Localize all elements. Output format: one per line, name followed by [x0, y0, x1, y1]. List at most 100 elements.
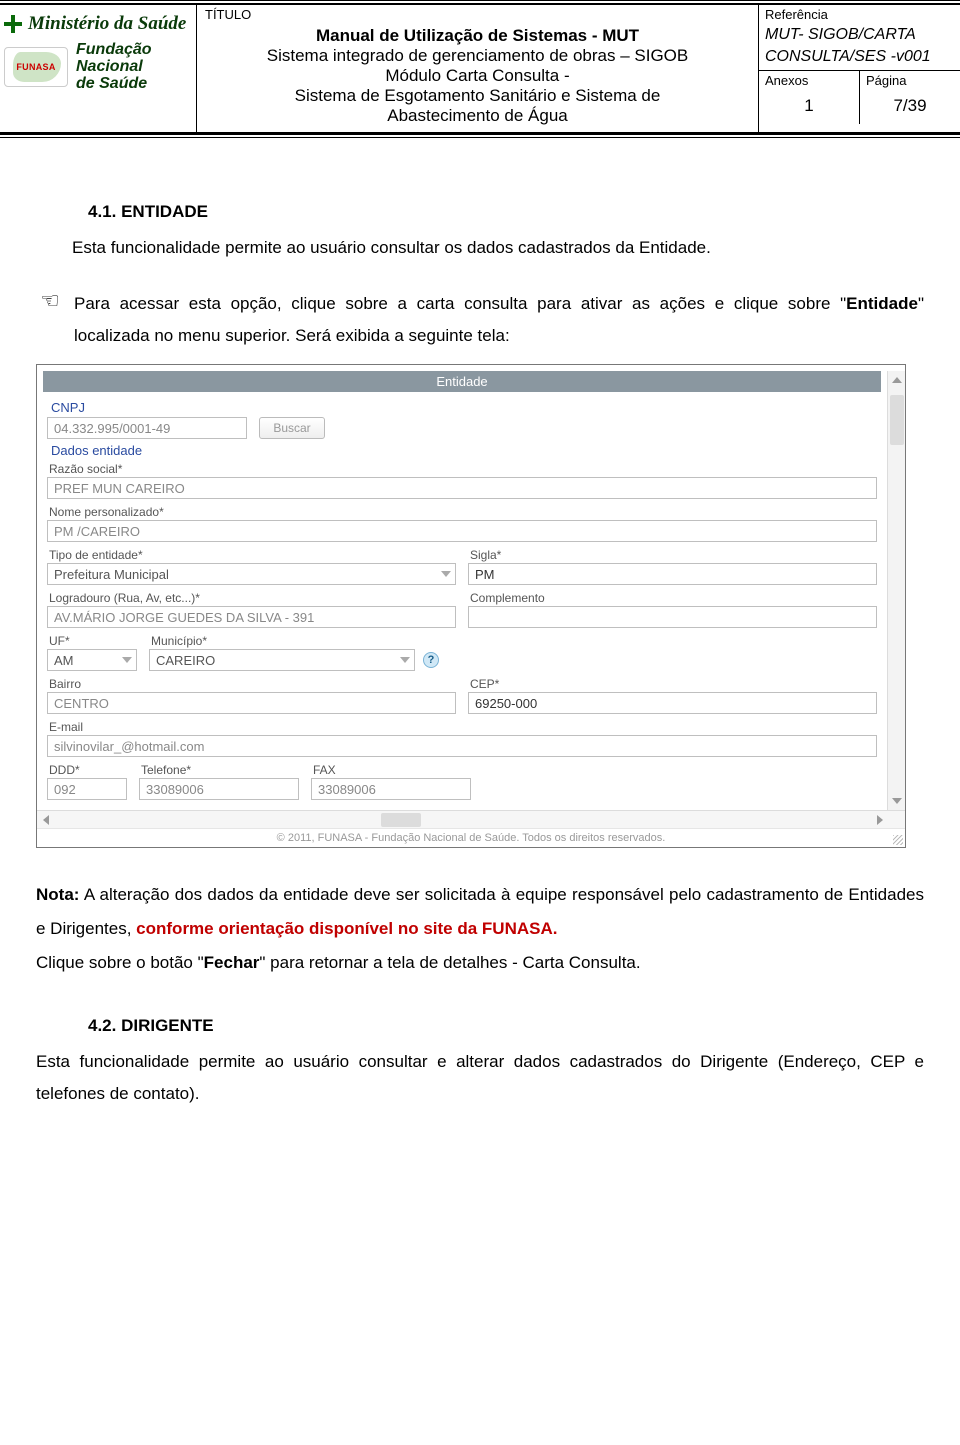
tip-text-b: localizada no menu superior. Será exibid… — [74, 326, 510, 345]
mun-label: Município* — [151, 634, 439, 648]
ref-line1: MUT- SIGOB/CARTA — [759, 24, 960, 48]
title-l1: Manual de Utilização de Sistemas - MUT — [203, 26, 752, 46]
funasa-badge-text: FUNASA — [16, 62, 55, 72]
buscar-button[interactable]: Buscar — [259, 417, 325, 439]
embedded-screenshot: Entidade CNPJ Buscar Dados entidade Razã… — [36, 364, 906, 848]
section-4-2-intro: Esta funcionalidade permite ao usuário c… — [36, 1046, 924, 1110]
tip-text-a: Para acessar esta opção, clique sobre a … — [74, 294, 840, 313]
section-4-1-title: 4.1. ENTIDADE — [88, 202, 924, 222]
title-l4: Sistema de Esgotamento Sanitário e Siste… — [203, 86, 752, 106]
header-title-cell: TÍTULO Manual de Utilização de Sistemas … — [196, 5, 758, 132]
uf-label: UF* — [49, 634, 137, 648]
sigla-input[interactable] — [468, 563, 877, 585]
scroll-left-arrow-icon[interactable] — [37, 811, 55, 829]
nome-input[interactable] — [47, 520, 877, 542]
note-text-2-pre: Clique sobre o botão — [36, 953, 198, 972]
ministerio-text: Ministério da Saúde — [28, 13, 186, 35]
ss-footer: © 2011, FUNASA - Fundação Nacional de Sa… — [37, 828, 905, 847]
bairro-label: Bairro — [49, 677, 456, 691]
title-l5: Abastecimento de Água — [203, 106, 752, 126]
dados-fieldset-label: Dados entidade — [51, 443, 877, 458]
tip-row: ☜ Para acessar esta opção, clique sobre … — [36, 288, 924, 352]
horizontal-scrollbar[interactable] — [37, 810, 905, 828]
pagina-cell: Página 7/39 — [859, 71, 960, 124]
mun-value: CAREIRO — [156, 653, 215, 668]
bairro-input[interactable] — [47, 692, 456, 714]
point-right-icon: ☜ — [36, 288, 64, 314]
hscroll-track[interactable] — [55, 811, 871, 829]
pagina-label: Página — [860, 71, 960, 90]
tip-text-bold: "Entidade" — [840, 294, 924, 313]
content: 4.1. ENTIDADE Esta funcionalidade permit… — [0, 138, 960, 1134]
ddd-label: DDD* — [49, 763, 127, 777]
cep-label: CEP* — [470, 677, 877, 691]
fnds-l3: de Saúde — [76, 75, 152, 92]
ref-line2: CONSULTA/SES -v001 — [759, 48, 960, 70]
tip-text: Para acessar esta opção, clique sobre a … — [74, 288, 924, 352]
section-4-2-title: 4.2. DIRIGENTE — [88, 1016, 924, 1036]
scroll-up-arrow-icon[interactable] — [888, 371, 906, 389]
nome-label: Nome personalizado* — [49, 505, 877, 519]
compl-label: Complemento — [470, 591, 877, 605]
tel-input[interactable] — [139, 778, 299, 800]
razao-label: Razão social* — [49, 462, 877, 476]
tel-label: Telefone* — [141, 763, 299, 777]
note-fechar-bold: Fechar — [204, 953, 260, 972]
razao-input[interactable] — [47, 477, 877, 499]
email-label: E-mail — [49, 720, 877, 734]
anexos-label: Anexos — [759, 71, 859, 90]
tip-text-bold-inner: Entidade — [846, 294, 918, 313]
header-ref-cell: Referência MUT- SIGOB/CARTA CONSULTA/SES… — [758, 5, 960, 132]
fnds-l1: Fundação — [76, 41, 152, 58]
uf-value: AM — [54, 653, 74, 668]
anexos-value: 1 — [759, 90, 859, 124]
header-title-block: Manual de Utilização de Sistemas - MUT S… — [197, 24, 758, 132]
pagina-value: 7/39 — [860, 90, 960, 124]
hscroll-thumb[interactable] — [381, 813, 421, 827]
cep-input[interactable] — [468, 692, 877, 714]
anexos-cell: Anexos 1 — [759, 71, 859, 124]
ss-footer-text: © 2011, FUNASA - Fundação Nacional de Sa… — [277, 832, 666, 844]
funasa-badge-icon: FUNASA — [4, 47, 68, 87]
compl-input[interactable] — [468, 606, 877, 628]
logr-label: Logradouro (Rua, Av, etc...)* — [49, 591, 456, 605]
tipo-select[interactable]: Prefeitura Municipal — [47, 563, 456, 585]
note-red: conforme orientação disponível no site d… — [136, 919, 557, 938]
help-icon[interactable]: ? — [423, 652, 439, 668]
chevron-down-icon — [400, 657, 410, 663]
ref-label: Referência — [759, 5, 960, 24]
title-l2: Sistema integrado de gerenciamento de ob… — [203, 46, 752, 66]
fnds-l2: Nacional — [76, 58, 152, 75]
tipo-value: Prefeitura Municipal — [54, 567, 169, 582]
fax-input[interactable] — [311, 778, 471, 800]
funasa-row: FUNASA Fundação Nacional de Saúde — [4, 41, 152, 92]
note-block: Nota: A alteração dos dados da entidade … — [36, 878, 924, 980]
ss-titlebar: Entidade — [43, 371, 881, 392]
ddd-input[interactable] — [47, 778, 127, 800]
cnpj-fieldset-label: CNPJ — [51, 400, 877, 415]
mun-select[interactable]: CAREIRO — [149, 649, 415, 671]
fnds-text: Fundação Nacional de Saúde — [76, 41, 152, 92]
scroll-right-arrow-icon[interactable] — [871, 811, 889, 829]
sigla-label: Sigla* — [470, 548, 877, 562]
doc-header: Ministério da Saúde FUNASA Fundação Naci… — [0, 3, 960, 134]
scroll-thumb[interactable] — [890, 395, 904, 445]
email-input[interactable] — [47, 735, 877, 757]
section-4-1-intro: Esta funcionalidade permite ao usuário c… — [36, 232, 924, 264]
note-label: Nota: — [36, 885, 79, 904]
fax-label: FAX — [313, 763, 471, 777]
scroll-down-arrow-icon[interactable] — [888, 792, 906, 810]
cnpj-input[interactable] — [47, 417, 247, 439]
tipo-label: Tipo de entidade* — [49, 548, 456, 562]
logr-input[interactable] — [47, 606, 456, 628]
note-text-2-post: para retornar a tela de detalhes - Carta… — [270, 953, 640, 972]
header-logos: Ministério da Saúde FUNASA Fundação Naci… — [0, 5, 196, 132]
vertical-scrollbar[interactable] — [887, 371, 905, 810]
chevron-down-icon — [122, 657, 132, 663]
resize-handle-icon[interactable] — [893, 835, 903, 845]
ministerio-logo: Ministério da Saúde — [4, 13, 186, 35]
title-l3: Módulo Carta Consulta - — [203, 66, 752, 86]
uf-select[interactable]: AM — [47, 649, 137, 671]
titulo-label: TÍTULO — [197, 5, 758, 24]
cross-icon — [4, 15, 22, 33]
